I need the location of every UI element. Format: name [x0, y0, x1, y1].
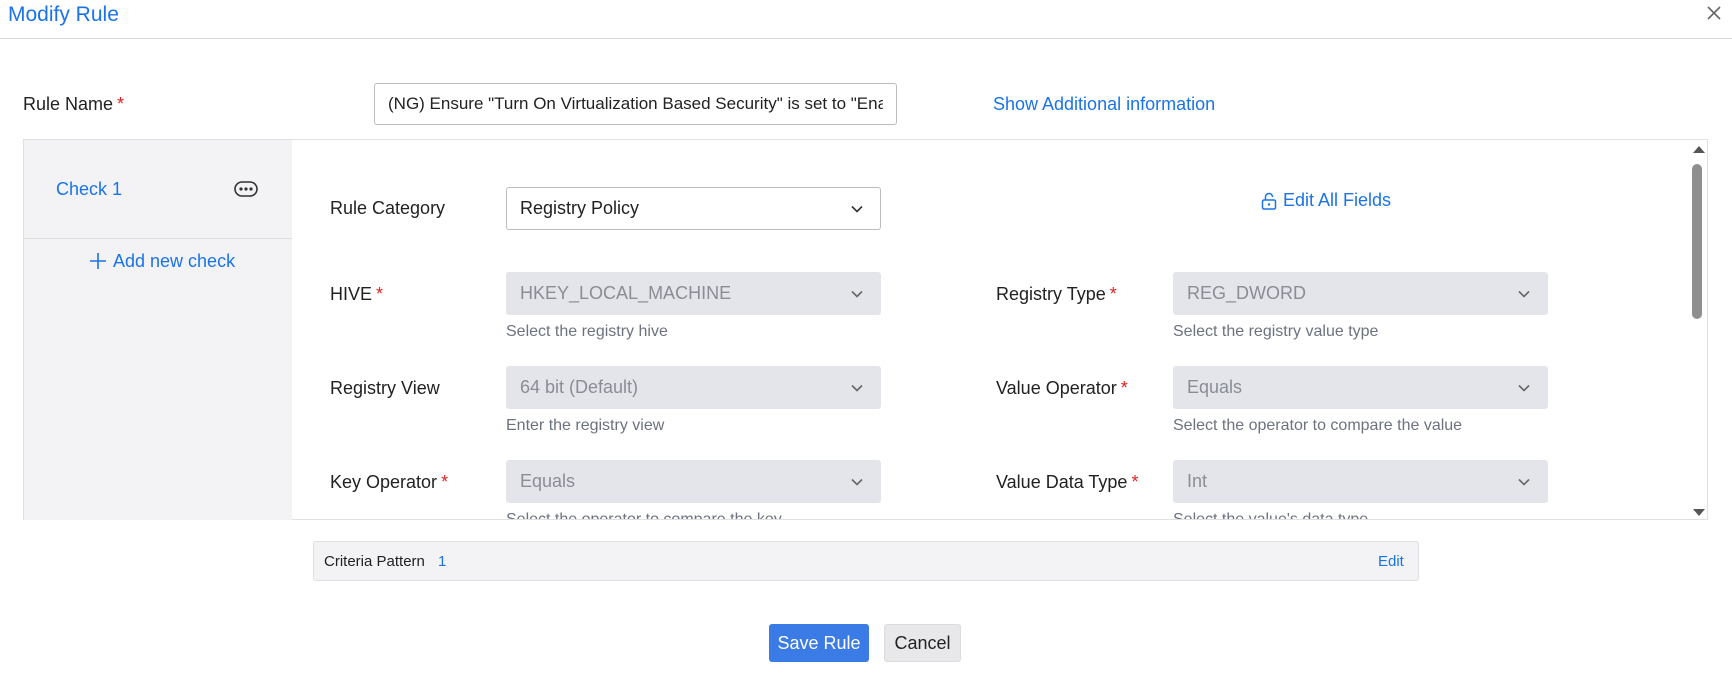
registry-view-label: Registry View: [330, 378, 440, 398]
registry-type-select[interactable]: REG_DWORD: [1173, 272, 1548, 315]
check-item-1[interactable]: Check 1: [56, 179, 122, 200]
registry-type-value: REG_DWORD: [1187, 283, 1307, 303]
close-icon[interactable]: [1703, 2, 1725, 24]
rule-category-value: Registry Policy: [520, 198, 640, 218]
unlock-icon[interactable]: [1260, 191, 1278, 211]
required-mark: *: [1109, 284, 1117, 304]
key-operator-label: Key Operator *: [330, 472, 448, 493]
scrollbar-thumb[interactable]: [1692, 164, 1702, 319]
checks-divider: [24, 238, 292, 239]
more-options-icon[interactable]: [234, 180, 258, 198]
required-mark: *: [441, 472, 449, 492]
hive-value: HKEY_LOCAL_MACHINE: [520, 283, 732, 303]
rule-name-label-text: Rule Name: [23, 94, 114, 114]
registry-type-label: Registry Type *: [996, 284, 1117, 305]
key-operator-label-text: Key Operator: [330, 472, 438, 492]
value-operator-label-text: Value Operator: [996, 378, 1117, 398]
value-operator-value: Equals: [1187, 377, 1243, 397]
value-operator-select[interactable]: Equals: [1173, 366, 1548, 409]
chevron-down-icon: [851, 384, 863, 392]
plus-icon[interactable]: [89, 252, 107, 270]
dialog-title: Modify Rule: [8, 3, 119, 26]
chevron-down-icon: [1518, 290, 1530, 298]
check-form: Rule Category Registry Policy Edit All F…: [292, 140, 1692, 519]
chevron-down-icon: [851, 290, 863, 298]
chevron-down-icon: [1518, 384, 1530, 392]
rule-category-label: Rule Category: [330, 198, 446, 218]
value-data-type-label-text: Value Data Type: [996, 472, 1128, 492]
rule-name-label: Rule Name *: [23, 94, 124, 115]
value-operator-hint: Select the operator to compare the value: [1173, 417, 1463, 434]
cancel-button[interactable]: Cancel: [884, 624, 961, 662]
criteria-edit-link[interactable]: Edit: [1378, 553, 1404, 570]
show-additional-info-link[interactable]: Show Additional information: [993, 94, 1215, 115]
hive-label: HIVE *: [330, 284, 383, 305]
key-operator-value: Equals: [520, 471, 576, 491]
required-mark: *: [117, 94, 125, 114]
rule-category-select[interactable]: Registry Policy: [506, 187, 881, 230]
required-mark: *: [1131, 472, 1139, 492]
save-rule-button[interactable]: Save Rule: [769, 624, 869, 662]
hive-label-text: HIVE: [330, 284, 373, 304]
value-data-type-select[interactable]: Int: [1173, 460, 1548, 503]
chevron-down-icon: [851, 478, 863, 486]
edit-all-fields-link[interactable]: Edit All Fields: [1283, 190, 1391, 211]
registry-view-value: 64 bit (Default): [520, 377, 639, 397]
chevron-down-icon: [851, 205, 863, 213]
rule-name-input[interactable]: [374, 83, 897, 125]
registry-view-select[interactable]: 64 bit (Default): [506, 366, 881, 409]
required-mark: *: [376, 284, 384, 304]
value-data-type-hint: Select the value's data type: [1173, 511, 1368, 519]
registry-type-hint: Select the registry value type: [1173, 323, 1379, 340]
header-divider: [0, 38, 1732, 39]
registry-view-hint: Enter the registry view: [506, 417, 665, 434]
key-operator-select[interactable]: Equals: [506, 460, 881, 503]
key-operator-hint: Select the operator to compare the key: [506, 511, 782, 519]
required-mark: *: [1120, 378, 1128, 398]
hive-hint: Select the registry hive: [506, 323, 668, 340]
criteria-pattern-value: 1: [438, 553, 447, 570]
value-operator-label: Value Operator *: [996, 378, 1128, 399]
add-new-check-button[interactable]: Add new check: [113, 251, 235, 272]
registry-type-label-text: Registry Type: [996, 284, 1106, 304]
hive-select[interactable]: HKEY_LOCAL_MACHINE: [506, 272, 881, 315]
value-data-type-value: Int: [1187, 471, 1208, 491]
criteria-pattern-label: Criteria Pattern: [324, 553, 425, 570]
criteria-pattern-bar: [313, 541, 1419, 581]
value-data-type-label: Value Data Type *: [996, 472, 1138, 493]
chevron-down-icon: [1518, 478, 1530, 486]
